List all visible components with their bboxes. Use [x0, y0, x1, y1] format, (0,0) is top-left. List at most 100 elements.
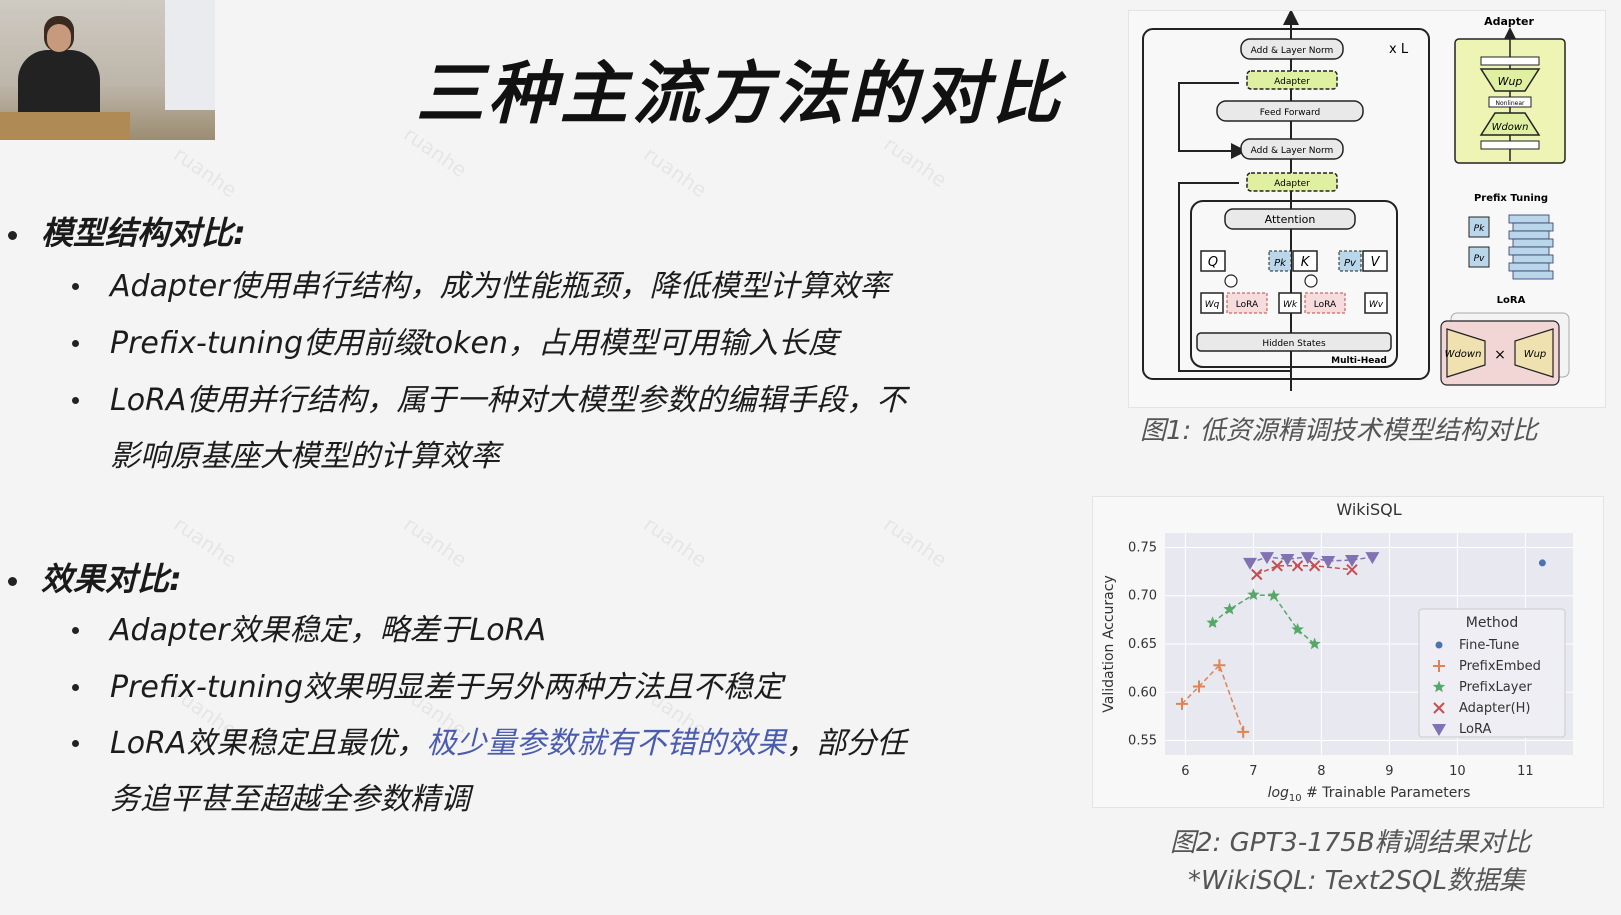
prefix-value-label: Pv	[1474, 254, 1485, 264]
add-norm-label: Add & Layer Norm	[1251, 146, 1334, 156]
plus-icon	[1304, 274, 1318, 288]
section-heading-structure: 模型结构对比:	[8, 208, 246, 254]
add-norm-label: Add & Layer Norm	[1251, 46, 1334, 56]
key-label: K	[1301, 255, 1311, 270]
figure2-note: *WikiSQL: Text2SQL数据集	[1188, 866, 1525, 896]
side-lora-title: LoRA	[1497, 295, 1526, 306]
lora-label: LoRA	[1314, 300, 1337, 310]
x-axis-label: log10 # Trainable Parameters	[1268, 785, 1471, 804]
legend-label: PrefixLayer	[1459, 680, 1532, 695]
x-tick-label: 7	[1249, 764, 1257, 779]
lora-wup-label: Wup	[1524, 349, 1547, 360]
chart-title: WikiSQL	[1336, 500, 1401, 519]
prefix-tuning-title: Prefix Tuning	[1474, 193, 1548, 204]
figure1-caption: 图1: 低资源精调技术模型结构对比	[1140, 416, 1538, 446]
x-tick-label: 10	[1449, 764, 1466, 779]
lora-times-label: ×	[1494, 347, 1506, 363]
y-tick-label: 0.60	[1128, 685, 1157, 700]
bullet-text: Adapter使用串行结构，成为性能瓶颈，降低模型计算效率	[110, 269, 890, 304]
x-tick-label: 11	[1517, 764, 1534, 779]
bullet-item: Prefix-tuning使用前缀token，占用模型可用输入长度	[72, 315, 952, 373]
bullet-text: 务追平甚至超越全参数精调	[110, 782, 470, 817]
bullet-text: 影响原基座大模型的计算效率	[110, 439, 500, 474]
section-heading-text: 效果对比:	[41, 560, 182, 598]
prefix-key-label: Pk	[1274, 258, 1287, 269]
wikisql-chart-figure: WikiSQL 6 7 8 9 10 11 0.55 0.60 0.65 0.70 0.75 log10…	[1092, 496, 1604, 808]
legend-label: Fine-Tune	[1459, 638, 1519, 653]
w-up-label: Wup	[1498, 75, 1523, 88]
lora-label: LoRA	[1236, 300, 1259, 310]
legend-label: Adapter(H)	[1459, 701, 1531, 716]
bullet-icon	[72, 283, 79, 290]
section-heading-results: 效果对比:	[8, 554, 182, 600]
highlight-text: 极少量参数就有不错的效果	[426, 726, 787, 761]
wikisql-chart: WikiSQL6 7 8 9 10 110.550.600.650.700.75log10…	[1101, 500, 1573, 804]
bullet-icon	[72, 740, 79, 747]
x-axis-label-rest: # Trainable Parameters	[1302, 785, 1471, 801]
bullet-text: Adapter效果稳定，略差于LoRA	[110, 613, 546, 648]
bullet-text: Prefix-tuning使用前缀token，占用模型可用输入长度	[110, 326, 838, 361]
bullet-icon	[72, 684, 79, 691]
attention-label: Attention	[1265, 213, 1316, 226]
watermark: ruanhe	[639, 141, 712, 203]
prefix-value-label: Pv	[1344, 258, 1357, 269]
y-tick-label: 0.75	[1128, 540, 1157, 555]
bullet-item: Adapter效果稳定，略差于LoRA	[72, 602, 952, 660]
value-label: V	[1371, 255, 1381, 270]
bullet-item: LoRA使用并行结构，属于一种对大模型参数的编辑手段，不	[72, 372, 952, 430]
query-label: Q	[1208, 255, 1218, 270]
x-tick-label: 6	[1181, 764, 1189, 779]
feed-forward-label: Feed Forward	[1260, 108, 1321, 118]
bullet-item: Adapter使用串行结构，成为性能瓶颈，降低模型计算效率	[72, 258, 952, 316]
prefix-stack	[1508, 214, 1554, 280]
watermark: ruanhe	[169, 141, 242, 203]
y-tick-label: 0.65	[1128, 637, 1157, 652]
wq-label: Wq	[1205, 300, 1220, 310]
bullet-icon	[72, 627, 79, 634]
adapter-layer-bar	[1480, 140, 1540, 150]
prefix-key-label: Pk	[1474, 224, 1485, 234]
watermark: ruanhe	[639, 511, 712, 573]
wk-label: Wk	[1283, 300, 1298, 310]
hidden-states-label: Hidden States	[1262, 339, 1326, 349]
x-tick-label: 8	[1317, 764, 1325, 779]
nonlinear-label: Nonlinear	[1496, 100, 1525, 107]
repeat-label: x L	[1389, 42, 1409, 57]
lora-wdown-label: Wdown	[1445, 349, 1482, 360]
watermark: ruanhe	[399, 511, 472, 573]
bullet-text: Prefix-tuning效果明显差于另外两种方法且不稳定	[110, 670, 784, 705]
legend-label: LoRA	[1459, 722, 1491, 737]
section-heading-text: 模型结构对比:	[41, 214, 246, 252]
bullet-text-part: LoRA效果稳定且最优，	[110, 726, 427, 761]
x-axis-label-log: log	[1268, 785, 1289, 801]
bullet-icon	[8, 576, 17, 586]
bullet-icon	[8, 230, 17, 240]
bullet-item: LoRA效果稳定且最优，极少量参数就有不错的效果，部分任	[72, 715, 952, 773]
architecture-diagram: x L Add & Layer Norm Adapter Feed Forwar…	[1142, 9, 1570, 391]
adapter-label: Adapter	[1274, 77, 1310, 87]
x-axis-label-subscript: 10	[1289, 793, 1302, 804]
bullet-item: Prefix-tuning效果明显差于另外两种方法且不稳定	[72, 659, 952, 717]
legend-title: Method	[1466, 615, 1519, 631]
bullet-icon	[72, 340, 79, 347]
watermark: ruanhe	[879, 131, 952, 193]
legend-label: PrefixEmbed	[1459, 659, 1541, 674]
x-tick-label: 9	[1385, 764, 1393, 779]
watermark: ruanhe	[879, 511, 952, 573]
bullet-text-part: ，部分任	[786, 726, 907, 761]
adapter-layer-bar	[1480, 56, 1540, 66]
bullet-text: LoRA效果稳定且最优，极少量参数就有不错的效果，部分任	[110, 715, 952, 773]
plus-icon	[1224, 274, 1238, 288]
adapter-label: Adapter	[1274, 179, 1310, 189]
figure2-caption: 图2: GPT3-175B精调结果对比	[1170, 828, 1531, 858]
wv-label: Wv	[1369, 300, 1384, 310]
architecture-figure: x L Add & Layer Norm Adapter Feed Forwar…	[1128, 9, 1606, 408]
data-point	[1538, 559, 1546, 567]
y-tick-label: 0.70	[1128, 589, 1157, 604]
y-tick-label: 0.55	[1128, 734, 1157, 749]
bullet-text: LoRA使用并行结构，属于一种对大模型参数的编辑手段，不	[110, 383, 907, 418]
legend-marker	[1435, 641, 1443, 649]
w-down-label: Wdown	[1492, 122, 1529, 133]
bullet-item-continued: 影响原基座大模型的计算效率	[72, 428, 952, 486]
y-axis-label: Validation Accuracy	[1101, 575, 1117, 713]
